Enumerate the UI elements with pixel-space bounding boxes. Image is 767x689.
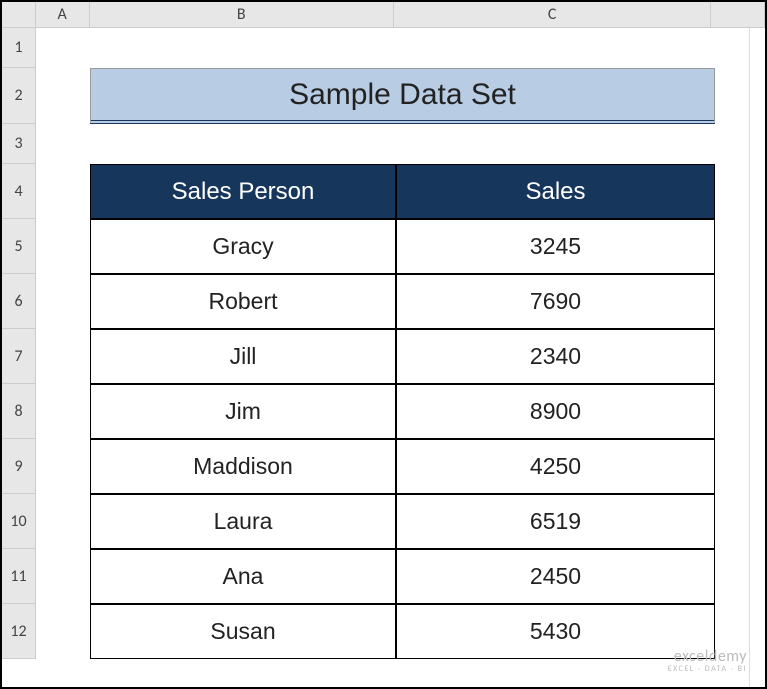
cell-sales[interactable]: 6519 (396, 494, 715, 549)
cell-value: 2450 (530, 563, 581, 590)
cell-person[interactable]: Robert (90, 274, 396, 329)
col-header-c[interactable]: C (394, 2, 711, 27)
col-header-b[interactable]: B (90, 2, 394, 27)
cell-value: Gracy (212, 233, 273, 260)
cell-sales[interactable]: 4250 (396, 439, 715, 494)
table-row: Jim 8900 (90, 384, 715, 439)
table-row: Ana 2450 (90, 549, 715, 604)
cell-person[interactable]: Ana (90, 549, 396, 604)
table-row: Jill 2340 (90, 329, 715, 384)
header-sales[interactable]: Sales (396, 164, 715, 219)
cell-sales[interactable]: 2450 (396, 549, 715, 604)
select-all-corner[interactable] (2, 2, 36, 27)
cell-person[interactable]: Laura (90, 494, 396, 549)
row-header-10[interactable]: 10 (2, 494, 36, 549)
table-row: Maddison 4250 (90, 439, 715, 494)
table-row: Laura 6519 (90, 494, 715, 549)
row-headers: 1 2 3 4 5 6 7 8 9 10 11 12 (2, 28, 36, 659)
col-header-a[interactable]: A (36, 2, 90, 27)
column-headers: A B C (2, 2, 765, 28)
cell-value: 8900 (530, 398, 581, 425)
data-rows: Gracy 3245 Robert 7690 Jill 2340 Jim 890… (90, 219, 715, 659)
row-header-1[interactable]: 1 (2, 28, 36, 68)
cell-value: Ana (223, 563, 264, 590)
table-row: Robert 7690 (90, 274, 715, 329)
cell-value: Laura (214, 508, 273, 535)
row-header-12[interactable]: 12 (2, 604, 36, 659)
cell-person[interactable]: Maddison (90, 439, 396, 494)
cell-sales[interactable]: 8900 (396, 384, 715, 439)
row-header-11[interactable]: 11 (2, 549, 36, 604)
cell-value: 3245 (530, 233, 581, 260)
header-sales-person[interactable]: Sales Person (90, 164, 396, 219)
title-text: Sample Data Set (289, 78, 516, 112)
watermark: exceldemy EXCEL · DATA · BI (668, 649, 747, 673)
cell-person[interactable]: Gracy (90, 219, 396, 274)
header-sales-person-label: Sales Person (172, 178, 315, 206)
row-header-4[interactable]: 4 (2, 164, 36, 219)
cell-value: 2340 (530, 343, 581, 370)
title-cell[interactable]: Sample Data Set (90, 68, 715, 124)
header-sales-label: Sales (525, 178, 585, 206)
cell-person[interactable]: Susan (90, 604, 396, 659)
row-header-6[interactable]: 6 (2, 274, 36, 329)
cell-value: Jill (230, 343, 257, 370)
row-header-2[interactable]: 2 (2, 68, 36, 124)
table-header-row: Sales Person Sales (90, 164, 715, 219)
cell-sales[interactable]: 3245 (396, 219, 715, 274)
cell-person[interactable]: Jim (90, 384, 396, 439)
cell-value: 7690 (530, 288, 581, 315)
cell-value: Maddison (193, 453, 293, 480)
table-row: Gracy 3245 (90, 219, 715, 274)
cell-sales[interactable]: 2340 (396, 329, 715, 384)
cell-area[interactable]: Sample Data Set Sales Person Sales Gracy… (36, 28, 765, 687)
cell-value: 4250 (530, 453, 581, 480)
cell-value: 6519 (530, 508, 581, 535)
cell-value: Robert (208, 288, 277, 315)
row-header-5[interactable]: 5 (2, 219, 36, 274)
cell-sales[interactable]: 7690 (396, 274, 715, 329)
cell-value: 5430 (530, 618, 581, 645)
row-header-9[interactable]: 9 (2, 439, 36, 494)
watermark-tagline: EXCEL · DATA · BI (668, 665, 747, 673)
watermark-brand: exceldemy (668, 649, 747, 665)
row-header-7[interactable]: 7 (2, 329, 36, 384)
table-row: Susan 5430 (90, 604, 715, 659)
row-header-8[interactable]: 8 (2, 384, 36, 439)
cell-value: Susan (210, 618, 275, 645)
spreadsheet-grid: A B C 1 2 3 4 5 6 7 8 9 10 11 12 Sample … (2, 2, 765, 687)
cell-value: Jim (225, 398, 261, 425)
col-header-blank[interactable] (711, 2, 765, 27)
gridline (749, 28, 750, 687)
cell-person[interactable]: Jill (90, 329, 396, 384)
row-header-3[interactable]: 3 (2, 124, 36, 164)
